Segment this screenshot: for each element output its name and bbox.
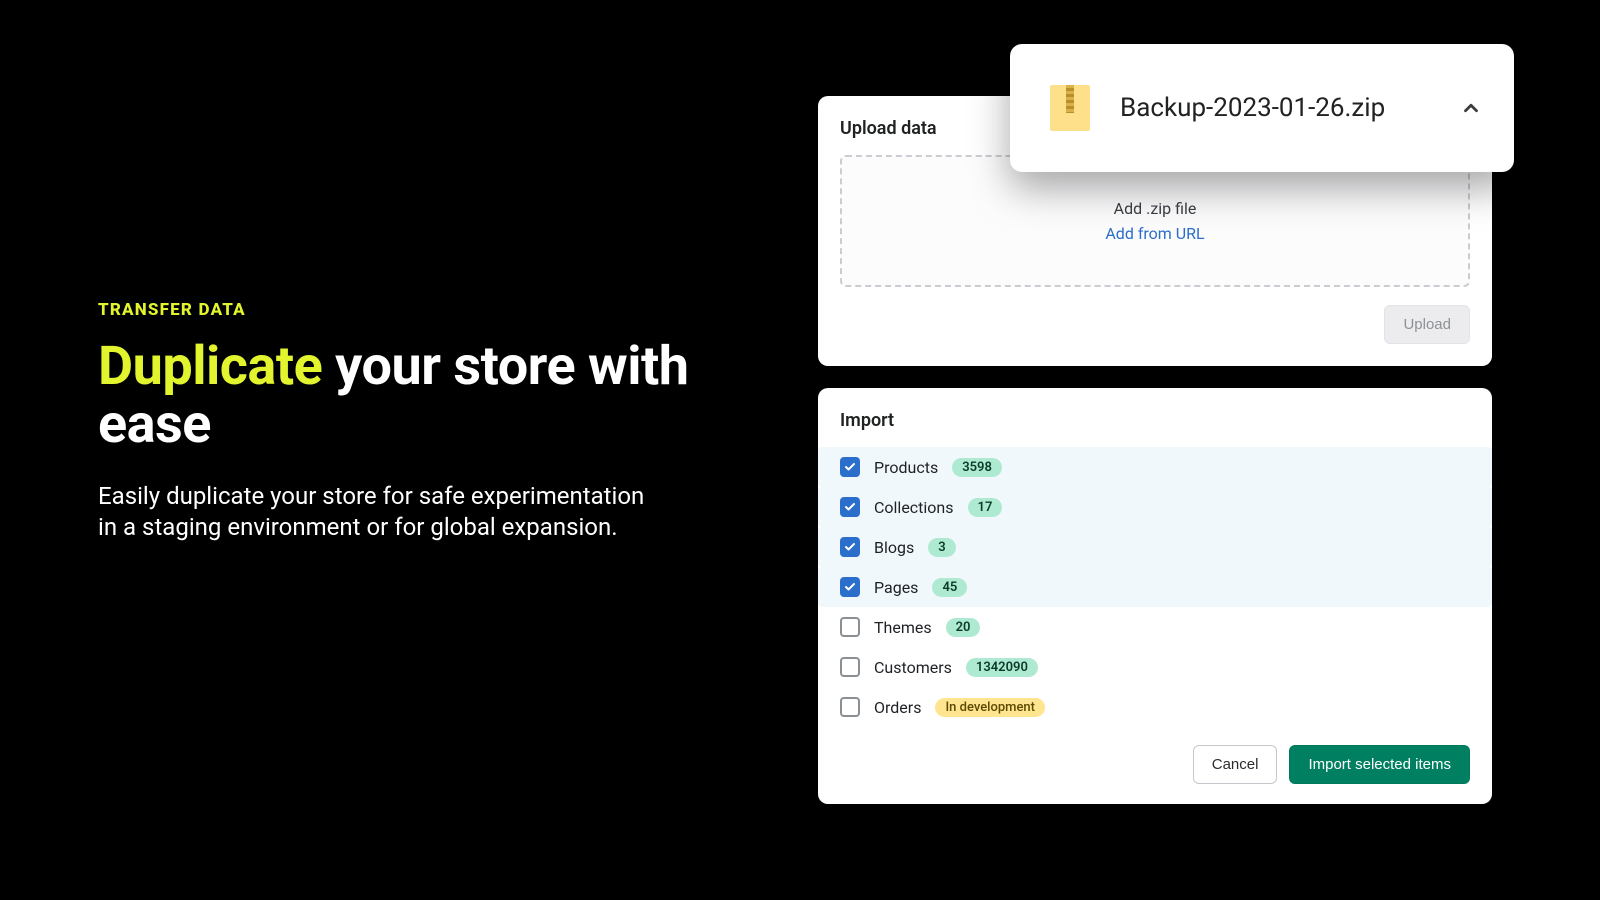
import-row-label: Products — [874, 458, 938, 477]
upload-button[interactable]: Upload — [1384, 305, 1470, 344]
hero-headline: Duplicate your store with ease — [98, 338, 698, 455]
count-badge: In development — [935, 698, 1045, 717]
right-panels: Upload data Add .zip file Add from URL U… — [818, 96, 1492, 804]
count-badge: 3598 — [952, 458, 1002, 477]
import-row-label: Blogs — [874, 538, 914, 557]
hero: TRANSFER DATA Duplicate your store with … — [98, 300, 698, 543]
backup-file-name: Backup-2023-01-26.zip — [1120, 93, 1428, 123]
checkbox-customers[interactable] — [840, 657, 860, 677]
import-selected-button[interactable]: Import selected items — [1289, 745, 1470, 784]
checkbox-collections[interactable] — [840, 497, 860, 517]
count-badge: 45 — [932, 578, 967, 597]
count-badge: 20 — [946, 618, 981, 637]
checkbox-blogs[interactable] — [840, 537, 860, 557]
checkbox-products[interactable] — [840, 457, 860, 477]
hero-headline-accent: Duplicate — [98, 335, 322, 398]
import-row-pages[interactable]: Pages 45 — [818, 567, 1492, 607]
checkbox-orders[interactable] — [840, 697, 860, 717]
import-row-label: Themes — [874, 618, 932, 637]
import-row-label: Collections — [874, 498, 954, 517]
import-card: Import Products 3598 Collections 17 Blogs 3 Pa… — [818, 388, 1492, 804]
import-row-blogs[interactable]: Blogs 3 — [818, 527, 1492, 567]
checkbox-pages[interactable] — [840, 577, 860, 597]
backup-file-chip[interactable]: Backup-2023-01-26.zip — [1010, 44, 1514, 172]
checkbox-themes[interactable] — [840, 617, 860, 637]
dropzone-add-zip-label: Add .zip file — [1114, 199, 1197, 218]
import-row-orders[interactable]: Orders In development — [818, 687, 1492, 727]
count-badge: 17 — [968, 498, 1003, 517]
upload-dropzone[interactable]: Add .zip file Add from URL — [840, 155, 1470, 287]
cancel-button[interactable]: Cancel — [1193, 745, 1278, 784]
import-actions: Cancel Import selected items — [840, 745, 1470, 784]
import-row-collections[interactable]: Collections 17 — [818, 487, 1492, 527]
import-row-products[interactable]: Products 3598 — [818, 447, 1492, 487]
import-row-themes[interactable]: Themes 20 — [818, 607, 1492, 647]
hero-eyebrow: TRANSFER DATA — [98, 300, 698, 320]
count-badge: 3 — [928, 538, 955, 557]
import-card-title: Import — [840, 410, 1470, 431]
count-badge: 1342090 — [966, 658, 1038, 677]
zip-file-icon — [1050, 85, 1090, 131]
import-row-customers[interactable]: Customers 1342090 — [818, 647, 1492, 687]
import-row-label: Pages — [874, 578, 918, 597]
chevron-up-icon[interactable] — [1458, 95, 1484, 121]
add-from-url-link[interactable]: Add from URL — [1105, 224, 1204, 243]
upload-actions: Upload — [840, 305, 1470, 344]
import-list: Products 3598 Collections 17 Blogs 3 Pages 45 Th… — [818, 447, 1492, 727]
import-row-label: Customers — [874, 658, 952, 677]
import-row-label: Orders — [874, 698, 921, 717]
hero-subhead: Easily duplicate your store for safe exp… — [98, 481, 658, 543]
